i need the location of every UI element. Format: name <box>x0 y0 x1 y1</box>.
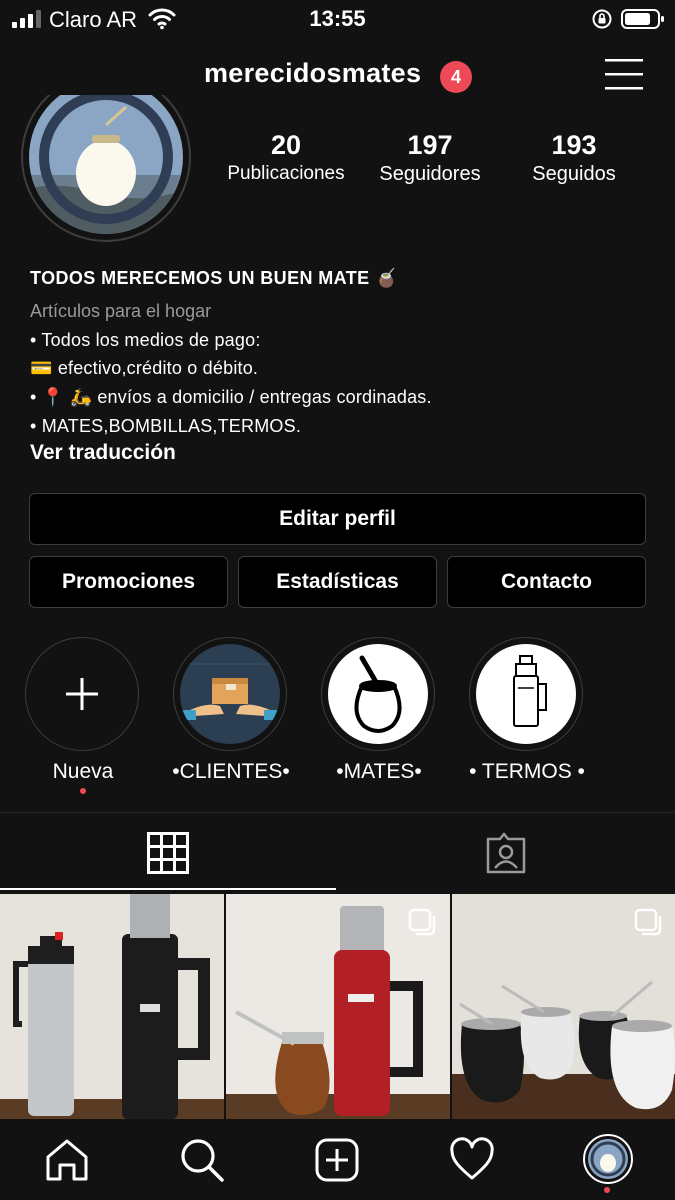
grid-icon[interactable] <box>147 832 189 874</box>
highlight-label: • TERMOS • <box>469 760 585 783</box>
post-thumbnail[interactable] <box>0 894 224 1119</box>
posts-count: 20 <box>270 130 302 160</box>
battery-icon <box>621 9 664 29</box>
status-bar: Claro AR 13:55 <box>0 0 675 40</box>
followers-label: Seguidores <box>379 163 481 185</box>
followers-count: 197 <box>407 130 453 160</box>
bio-display-name: TODOS MERECEMOS UN BUEN MATE 🧉 <box>30 268 398 288</box>
post-thumbnail[interactable] <box>452 894 675 1119</box>
delivery-box-icon <box>180 644 280 744</box>
bio-line: • Todos los medios de pago: <box>30 330 261 350</box>
profile-tabs <box>0 812 675 892</box>
following-stat[interactable]: 193 Seguidos <box>499 130 649 186</box>
heart-icon[interactable] <box>449 1137 495 1183</box>
new-indicator-dot <box>80 788 86 794</box>
bio-category: Artículos para el hogar <box>30 301 212 321</box>
tagged-person-icon[interactable] <box>484 831 528 875</box>
thermos-icon <box>476 644 576 744</box>
orientation-lock-icon <box>592 9 612 29</box>
posts-label: Publicaciones <box>227 163 345 184</box>
highlight-cover <box>476 644 576 744</box>
notification-badge[interactable]: 4 <box>440 61 472 93</box>
followers-stat[interactable]: 197 Seguidores <box>355 130 505 186</box>
edit-profile-button[interactable]: Editar perfil <box>29 493 646 545</box>
avatar-icon[interactable] <box>582 1133 634 1185</box>
multiple-photos-icon <box>634 908 662 936</box>
add-post-icon[interactable] <box>314 1137 360 1183</box>
home-icon[interactable] <box>44 1137 90 1183</box>
highlight-cover <box>328 644 428 744</box>
profile-notification-dot <box>604 1187 610 1193</box>
multiple-photos-icon <box>408 908 436 936</box>
post-image <box>0 894 224 1119</box>
post-thumbnail[interactable] <box>226 894 450 1119</box>
profile-username[interactable]: merecidosmates <box>204 58 421 89</box>
hamburger-menu-icon[interactable] <box>605 58 643 90</box>
insights-button[interactable]: Estadísticas <box>238 556 437 608</box>
profile-avatar[interactable] <box>20 95 194 245</box>
posts-stat[interactable]: 20 Publicaciones <box>211 130 361 185</box>
bio-line: • 📍 🛵 envíos a domicilio / entregas cord… <box>30 387 432 407</box>
plus-icon <box>66 678 98 710</box>
mate-gourd-icon <box>328 644 428 744</box>
see-translation-link[interactable]: Ver traducción <box>30 441 176 465</box>
contact-button[interactable]: Contacto <box>447 556 646 608</box>
following-label: Seguidos <box>532 163 616 185</box>
status-clock: 13:55 <box>309 6 366 31</box>
bio-line: 💳 efectivo,crédito o débito. <box>30 358 259 378</box>
promotions-button[interactable]: Promociones <box>29 556 228 608</box>
search-icon[interactable] <box>179 1137 225 1183</box>
bio-line: • MATES,BOMBILLAS,TERMOS. <box>30 416 302 436</box>
active-tab-indicator <box>0 888 336 890</box>
highlight-cover <box>180 644 280 744</box>
following-count: 193 <box>551 130 597 160</box>
